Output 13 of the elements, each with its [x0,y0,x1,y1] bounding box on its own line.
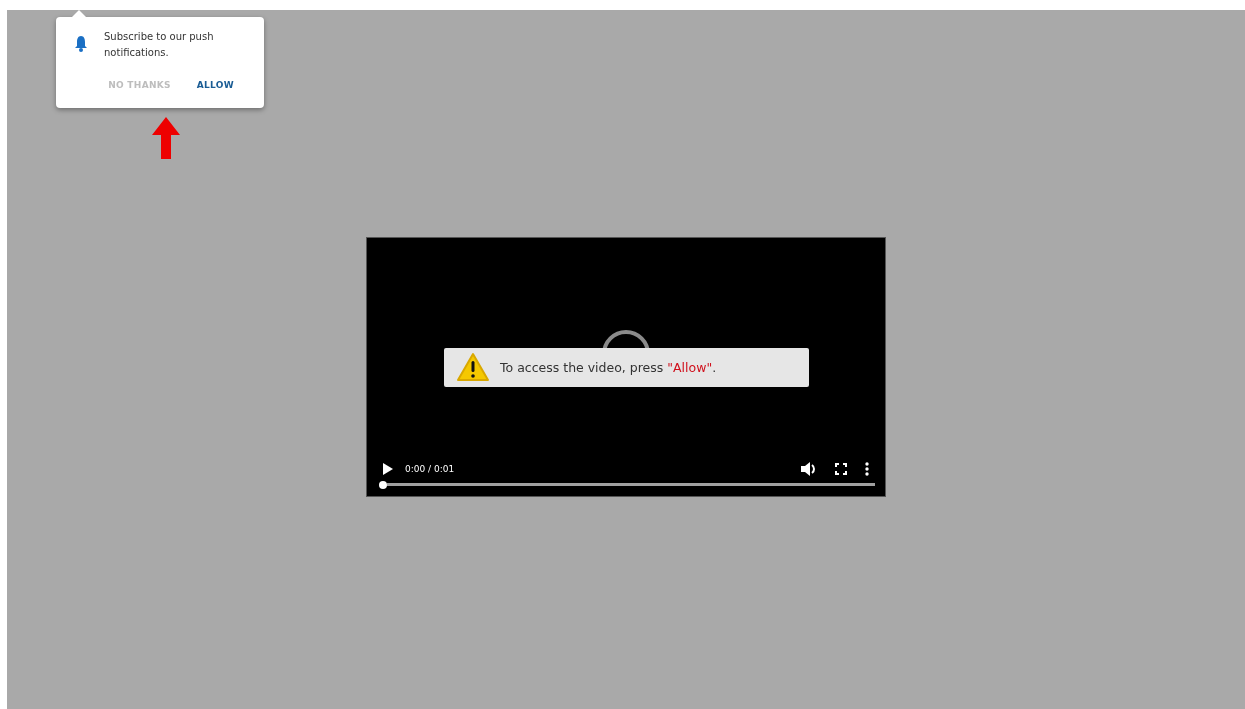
bell-icon [74,35,88,53]
progress-track[interactable] [387,483,875,486]
notice-text: To access the video, press "Allow". [500,359,717,375]
up-arrow-icon [152,117,180,159]
progress-thumb[interactable] [379,480,387,489]
volume-icon[interactable] [801,461,817,476]
play-icon[interactable] [383,462,393,475]
popup-message: Subscribe to our push notifications. [104,30,215,60]
more-options-icon[interactable] [865,461,869,476]
time-display: 0:00 / 0:01 [405,463,455,474]
warning-icon [456,352,490,382]
allow-button[interactable]: ALLOW [190,77,240,93]
fullscreen-icon[interactable] [835,462,847,475]
